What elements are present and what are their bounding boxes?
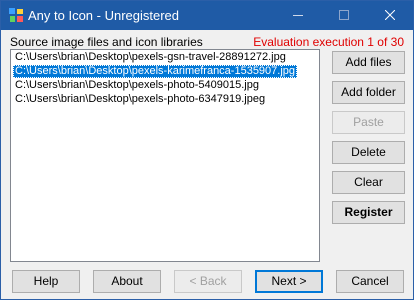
evaluation-notice: Evaluation execution 1 of 30 (253, 35, 404, 49)
close-icon (385, 10, 395, 20)
maximize-button[interactable] (321, 1, 367, 30)
paste-button[interactable]: Paste (332, 111, 405, 134)
list-item[interactable]: C:\Users\brian\Desktop\pexels-gsn-travel… (13, 51, 288, 64)
close-button[interactable] (367, 1, 413, 30)
list-item-selected[interactable]: C:\Users\brian\Desktop\pexels-karimefran… (13, 65, 298, 78)
list-item[interactable]: C:\Users\brian\Desktop\pexels-photo-5409… (13, 79, 261, 92)
add-folder-button[interactable]: Add folder (332, 81, 405, 104)
back-button[interactable]: < Back (174, 270, 242, 293)
help-button[interactable]: Help (12, 270, 80, 293)
source-files-list[interactable]: C:\Users\brian\Desktop\pexels-gsn-travel… (10, 49, 320, 262)
clear-button[interactable]: Clear (332, 171, 405, 194)
about-button[interactable]: About (93, 270, 161, 293)
register-button[interactable]: Register (332, 201, 405, 224)
maximize-icon (339, 10, 349, 20)
title-bar[interactable]: Any to Icon - Unregistered (1, 1, 413, 30)
app-icon (8, 7, 25, 24)
list-item[interactable]: C:\Users\brian\Desktop\pexels-photo-6347… (13, 93, 267, 106)
next-button[interactable]: Next > (255, 270, 323, 293)
add-files-button[interactable]: Add files (332, 51, 405, 74)
source-files-label: Source image files and icon libraries (10, 35, 203, 49)
window-title: Any to Icon - Unregistered (28, 8, 180, 23)
cancel-button[interactable]: Cancel (336, 270, 404, 293)
delete-button[interactable]: Delete (332, 141, 405, 164)
minimize-icon (293, 15, 303, 16)
app-window: Any to Icon - Unregistered Source image … (0, 0, 414, 300)
minimize-button[interactable] (275, 1, 321, 30)
